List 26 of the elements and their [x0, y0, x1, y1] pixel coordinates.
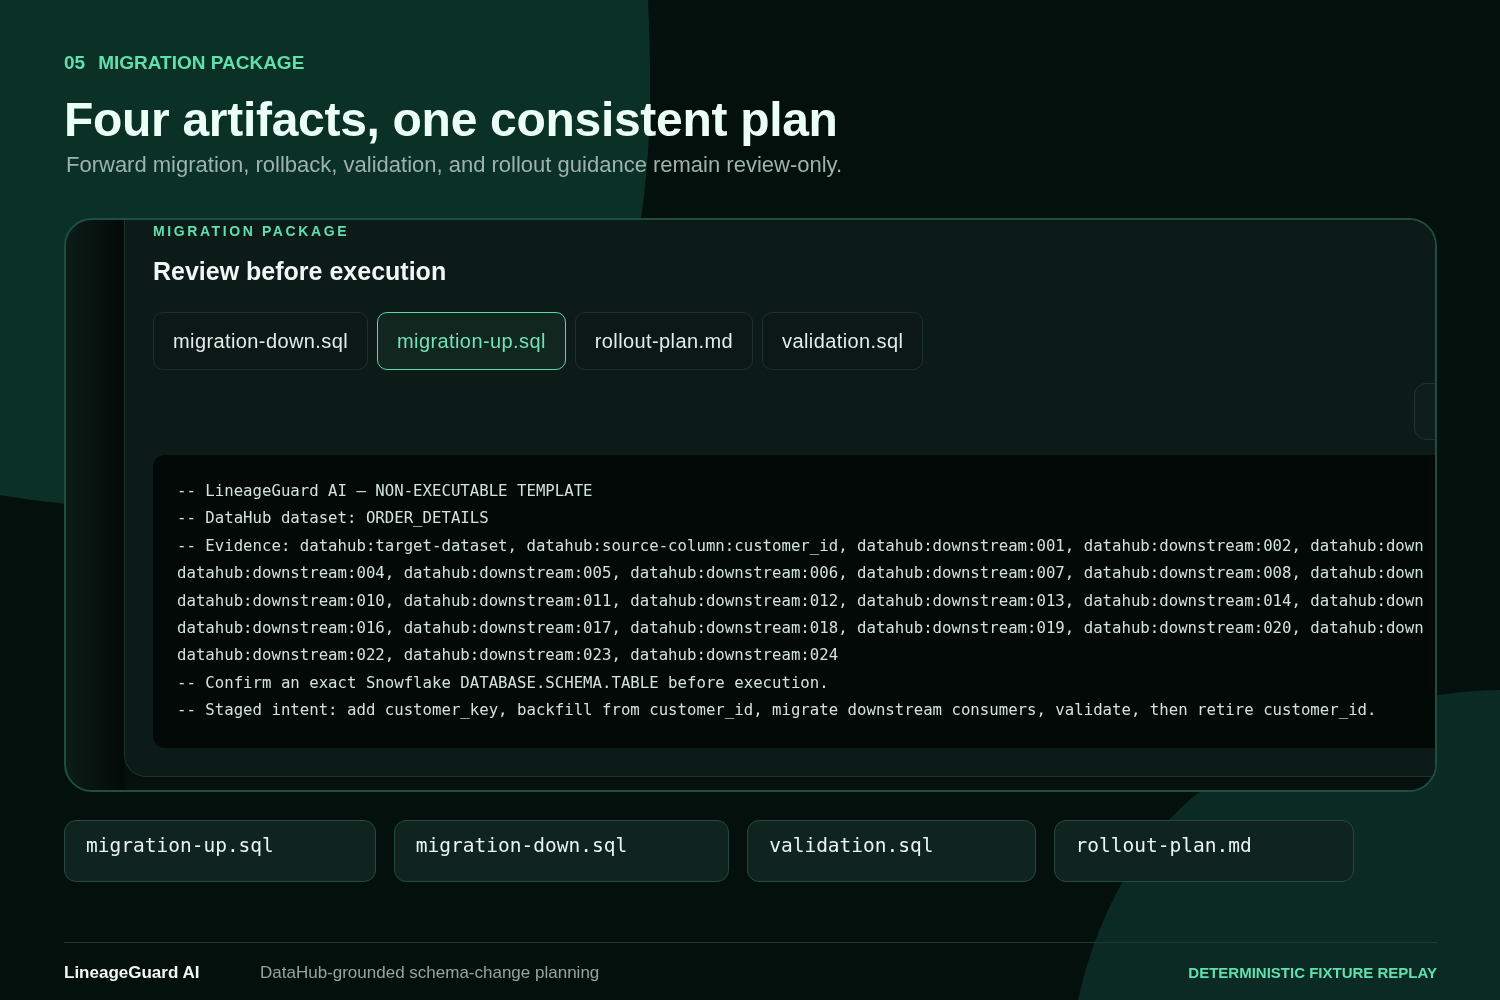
artifact-card: validation.sql	[747, 820, 1036, 882]
status-label: DETERMINISTIC FIXTURE REPLAY	[1188, 963, 1437, 983]
card-eyebrow: MIGRATION PACKAGE	[153, 222, 350, 240]
file-tab[interactable]: migration-down.sql	[153, 312, 369, 370]
page-subtitle: Forward migration, rollback, validation, and rollout guidance remain review-only.	[66, 151, 843, 179]
section-number: 05	[64, 51, 86, 75]
code-line: -- Staged intent: add customer_key, backfill from customer_id, migrate downstream consumers, validate, then retire customer_id.	[177, 699, 1377, 722]
code-line: -- Confirm an exact Snowflake DATABASE.SCHEMA.TABLE before execution.	[177, 671, 829, 694]
code-line: datahub:downstream:010, datahub:downstream:011, datahub:downstream:012, datahub:downstream:013, datahub:downstream:014, datahub:down	[177, 589, 1424, 612]
artifact-card: migration-down.sql	[393, 820, 730, 882]
section-label: MIGRATION PACKAGE	[98, 51, 305, 75]
artifact-card: rollout-plan.md	[1053, 820, 1354, 882]
file-tab[interactable]: validation.sql	[762, 312, 924, 370]
code-line: -- Evidence: datahub:target-dataset, datahub:source-column:customer_id, datahub:downstream:001, datahub:downstream:002, datahub:down	[177, 534, 1424, 557]
card-heading: Review before execution	[153, 256, 447, 287]
code-line: datahub:downstream:016, datahub:downstream:017, datahub:downstream:018, datahub:downstream:019, datahub:downstream:020, datahub:down	[177, 617, 1424, 640]
code-line: -- DataHub dataset: ORDER_DETAILS	[177, 507, 489, 530]
footer-tagline: DataHub-grounded schema-change planning	[260, 962, 600, 984]
code-line: -- LineageGuard AI — NON-EXECUTABLE TEMPLATE	[177, 480, 593, 502]
page-title: Four artifacts, one consistent plan	[64, 92, 838, 148]
footer-brand: LineageGuard AI	[64, 962, 200, 984]
code-line: datahub:downstream:004, datahub:downstream:005, datahub:downstream:006, datahub:downstream:007, datahub:downstream:008, datahub:down	[177, 562, 1424, 585]
file-tab[interactable]: rollout-plan.md	[574, 312, 754, 370]
code-line: datahub:downstream:022, datahub:downstream:023, datahub:downstream:024	[177, 644, 839, 667]
file-tab[interactable]: migration-up.sql	[377, 312, 566, 370]
artifact-card: migration-up.sql	[64, 820, 376, 882]
